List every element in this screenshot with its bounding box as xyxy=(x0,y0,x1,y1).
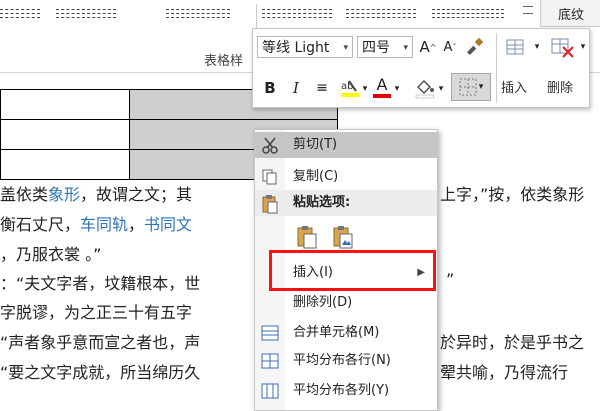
text-link[interactable]: 象形 xyxy=(48,185,80,204)
table-style-5[interactable] xyxy=(346,6,416,26)
grow-font-icon[interactable]: A ^ xyxy=(419,37,437,57)
menu-item-distribute-rows[interactable]: 平均分布各行(N) xyxy=(255,348,437,374)
chevron-down-icon: ▾ xyxy=(403,43,408,53)
paste-option-keep-formatting[interactable] xyxy=(295,224,319,250)
font-name-select[interactable]: 等线 Light ▾ xyxy=(257,36,353,58)
font-size-select[interactable]: 四号 ▾ xyxy=(357,36,413,58)
menu-item-copy[interactable]: 复制(C) xyxy=(255,164,437,190)
menu-item-label: 平均分布各行(N) xyxy=(293,353,391,368)
insert-label[interactable]: 插入 xyxy=(501,77,527,96)
table-style-6[interactable] xyxy=(432,6,504,26)
chevron-down-icon[interactable]: ▾ xyxy=(533,41,541,53)
text-segment: ，故谓之文；其 xyxy=(80,185,193,204)
menu-item-label: 剪切(T) xyxy=(293,137,338,152)
merge-cells-icon xyxy=(261,324,279,342)
font-color-button[interactable]: A xyxy=(371,73,393,101)
delete-label[interactable]: 删除 xyxy=(547,77,573,96)
paste-option-picture[interactable] xyxy=(331,224,355,250)
shading-label: 底纹 xyxy=(557,7,584,23)
chevron-down-icon: ▾ xyxy=(478,82,484,92)
center-align-icon[interactable]: ≡ xyxy=(313,77,331,99)
table-insert-icon[interactable] xyxy=(503,35,531,59)
text-segment: 於异时，於是乎书之 xyxy=(440,333,585,352)
shading-button[interactable]: 底纹 xyxy=(540,0,600,27)
menu-item-cut[interactable]: 剪切(T) xyxy=(255,132,437,158)
menu-item-delete-column[interactable]: 删除列(D) xyxy=(255,290,437,316)
menu-item-label: 删除列(D) xyxy=(293,295,353,310)
chevron-down-icon[interactable]: ▾ xyxy=(437,83,445,95)
table-styles-group-label: 表格样 xyxy=(204,54,244,69)
text-line-right: 翚共喻，乃得流行 xyxy=(440,359,568,383)
borders-button[interactable]: ▾ xyxy=(451,73,491,101)
table-cell[interactable] xyxy=(0,149,130,180)
font-color-label: A xyxy=(376,75,388,94)
toolbar-separator xyxy=(496,33,497,103)
menu-item-label: 合并单元格(M) xyxy=(293,325,380,340)
text-line: 衡石丈尺，车同轨，书同文 xyxy=(0,211,192,235)
text-segment: 盖依类 xyxy=(0,185,49,204)
shrink-font-icon[interactable]: Aˇ xyxy=(441,37,459,57)
table-style-1[interactable] xyxy=(0,6,40,26)
text-segment: 翚共喻，乃得流行 xyxy=(440,363,569,382)
copy-icon xyxy=(261,168,279,186)
chevron-down-icon: ▾ xyxy=(343,43,348,53)
chevron-down-icon[interactable]: ▾ xyxy=(579,41,587,53)
text-link[interactable]: 书同文 xyxy=(144,215,192,234)
text-line: “声者象乎意而宣之者也，声 xyxy=(0,329,200,353)
font-size-value: 四号 xyxy=(362,40,390,56)
highlight-box xyxy=(269,250,436,291)
ribbon-separator xyxy=(256,4,257,30)
text-line: ：“夫文字者，坟籍根本，世 xyxy=(0,270,200,294)
menu-item-merge-cells[interactable]: 合并单元格(M) xyxy=(255,320,437,346)
bold-label: B xyxy=(264,79,276,97)
menu-item-label: 平均分布各列(Y) xyxy=(293,383,390,398)
text-segment: ， xyxy=(128,215,145,234)
distribute-rows-icon xyxy=(261,352,279,370)
text-line-right: 於异时，於是乎书之 xyxy=(440,329,584,353)
text-line: 盖依类象形，故谓之文；其 xyxy=(0,181,192,205)
text-line: “要之文字成就，所当绵历久 xyxy=(0,359,200,383)
chevron-down-icon[interactable]: ▾ xyxy=(393,83,401,95)
text-segment: ，乃服衣裳 。” xyxy=(0,245,102,264)
text-line-right: 上字，”按，依类象形 xyxy=(440,181,584,205)
paste-icon xyxy=(261,194,279,214)
table-cell[interactable] xyxy=(0,119,130,150)
text-segment: “声者象乎意而宣之者也，声 xyxy=(0,333,201,352)
text-segment: 衡石丈尺， xyxy=(0,215,81,234)
italic-button[interactable]: I xyxy=(287,77,305,99)
font-color-swatch xyxy=(373,94,391,98)
menu-item-label: 复制(C) xyxy=(293,169,339,184)
mini-toolbar: 等线 Light ▾ 四号 ▾ A ^ Aˇ ▾ ▾ B I ≡ ab ▾ A ▾… xyxy=(252,28,590,108)
text-segment: ” xyxy=(446,270,455,289)
scissors-icon xyxy=(261,136,279,154)
text-line: 字脱谬，为之正三十有五字 xyxy=(0,299,192,323)
table-style-4[interactable] xyxy=(262,6,332,26)
shading-color-icon[interactable] xyxy=(413,75,437,101)
text-segment: ：“夫文字者，坟籍根本，世 xyxy=(0,274,201,293)
text-segment: 字脱谬，为之正三十有五字 xyxy=(0,303,193,322)
table-cell[interactable] xyxy=(0,89,130,120)
chevron-down-icon[interactable]: ▾ xyxy=(361,83,369,95)
font-name-value: 等线 Light xyxy=(262,40,330,56)
text-segment: 上字，”按，依类象形 xyxy=(440,185,585,204)
table-delete-icon[interactable] xyxy=(549,35,577,59)
text-link[interactable]: 车同轨 xyxy=(80,215,128,234)
text-segment: “要之文字成就，所当绵历久 xyxy=(0,363,201,382)
text-line-right: ” xyxy=(446,270,454,289)
bold-button[interactable]: B xyxy=(261,77,279,99)
table-style-3[interactable] xyxy=(166,6,230,26)
menu-item-label: 粘贴选项: xyxy=(293,195,351,210)
menu-item-distribute-columns[interactable]: 平均分布各列(Y) xyxy=(255,378,437,404)
italic-label: I xyxy=(293,79,299,97)
table-style-2[interactable] xyxy=(56,6,116,26)
text-line: ，乃服衣裳 。” xyxy=(0,241,101,265)
svg-text:ab: ab xyxy=(341,81,353,92)
highlight-color-icon[interactable]: ab xyxy=(339,75,361,101)
format-painter-icon[interactable] xyxy=(465,36,487,58)
menu-section-paste-options: 粘贴选项: xyxy=(255,190,437,216)
distribute-columns-icon xyxy=(261,382,279,400)
